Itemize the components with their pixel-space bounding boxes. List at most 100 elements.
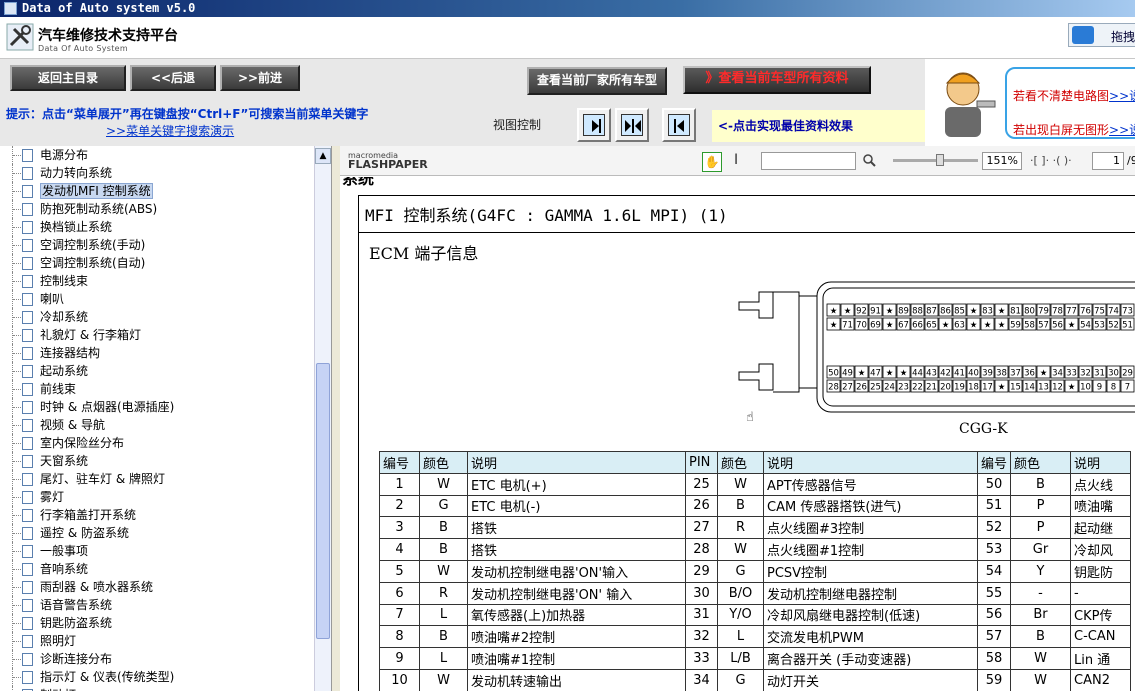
table-cell: 动灯开关 [763, 668, 978, 691]
home-button[interactable]: 返回主目录 [10, 65, 126, 91]
sidebar-tree-item[interactable]: 时钟 & 点烟器(电源插座) [0, 398, 314, 416]
connector-pin-label: 59 [1010, 321, 1021, 331]
connector-pin-label: 36 [1024, 369, 1035, 379]
sidebar-tree-item[interactable]: 尾灯、驻车灯 & 牌照灯 [0, 470, 314, 488]
sidebar-tree-item[interactable]: 诊断连接分布 [0, 650, 314, 668]
connector-pin-label: ★ [998, 383, 1006, 393]
sidebar-tree-item[interactable]: 起动系统 [0, 362, 314, 380]
sidebar-scrollbar[interactable]: ▲ [314, 146, 331, 691]
page-icon [22, 599, 33, 612]
sidebar-item-label: 雾灯 [40, 490, 65, 504]
table-cell: L [419, 603, 468, 627]
sidebar-tree-item[interactable]: 行李箱盖打开系统 [0, 506, 314, 524]
table-cell: CAM 传感器搭铁(进气) [763, 494, 978, 518]
connector-pin-label: 33 [1066, 369, 1077, 379]
table-cell: CKP传 [1070, 603, 1132, 627]
table-cell: B [717, 494, 764, 518]
table-cell: 57 [976, 625, 1012, 649]
search-demo-link[interactable]: >>菜单关键字搜索演示 [106, 122, 234, 139]
sidebar-tree-item[interactable]: 遥控 & 防盗系统 [0, 524, 314, 542]
paw-search-widget[interactable]: 拖拽 [1068, 23, 1135, 47]
notice-blank-link[interactable]: >>说 [1109, 123, 1135, 137]
table-cell: L [419, 647, 468, 670]
table-cell: 52 [976, 516, 1012, 540]
sidebar-tree-item[interactable]: 语音警告系统 [0, 596, 314, 614]
zoom-level[interactable]: 151% [982, 152, 1022, 170]
sidebar-tree-item[interactable]: 喇叭 [0, 290, 314, 308]
sidebar-tree-item[interactable]: 钥匙防盗系统 [0, 614, 314, 632]
view-split-button[interactable] [615, 108, 649, 142]
sidebar-tree-item[interactable]: 一般事项 [0, 542, 314, 560]
sidebar-tree-item[interactable]: 照明灯 [0, 632, 314, 650]
sidebar-tree-item[interactable]: 冷却系统 [0, 308, 314, 326]
sidebar-tree-item[interactable]: 指示灯 & 仪表(传统类型) [0, 668, 314, 686]
connector-pin-label: ★ [970, 321, 978, 331]
sidebar-tree-item[interactable]: 制动灯 [0, 686, 314, 691]
sidebar-tree: 电源分布 动力转向系统 发动机MFI 控制系统 防抱死制动系统(ABS) 换档锁止系统空… [0, 146, 314, 691]
table-cell: Gr [1010, 538, 1072, 561]
table-cell: 26 [685, 494, 718, 518]
fit-page-icon[interactable]: ·[ ]· ·( )· [1030, 154, 1072, 167]
tree-connector [12, 398, 23, 416]
table-cell: 喷油嘴#1控制 [467, 647, 686, 670]
scroll-up-arrow-icon[interactable]: ▲ [315, 148, 331, 164]
sidebar-tree-item[interactable]: 视频 & 导航 [0, 416, 314, 434]
sidebar-tree-item[interactable]: 音响系统 [0, 560, 314, 578]
all-models-button[interactable]: 查看当前厂家所有车型 [527, 67, 667, 95]
table-cell: 9 [379, 647, 420, 670]
table-cell: 25 [685, 472, 718, 496]
sidebar-tree-item[interactable]: 室内保险丝分布 [0, 434, 314, 452]
viewer-search-input[interactable] [761, 152, 856, 170]
notice-unclear-link[interactable]: >>说 [1109, 89, 1135, 103]
connector-pin-label: 67 [898, 321, 909, 331]
page-icon [22, 419, 33, 432]
zoom-slider-knob[interactable] [936, 154, 944, 166]
table-cell: P [1010, 494, 1072, 518]
connector-pin-label: 24 [884, 383, 895, 393]
sidebar-tree-item[interactable]: 防抱死制动系统(ABS) [0, 200, 314, 218]
scroll-thumb[interactable] [316, 363, 330, 639]
sidebar-tree-item[interactable]: 空调控制系统(自动) [0, 254, 314, 272]
notice-box: 若看不清楚电路图>>说 若出现白屏无图形>>说 [1005, 67, 1135, 139]
view-expand-left-button[interactable] [662, 108, 696, 142]
sidebar-tree-item[interactable]: 礼貌灯 & 行李箱灯 [0, 326, 314, 344]
table-cell: 钥匙防 [1070, 559, 1132, 583]
sidebar-tree-item[interactable]: 雾灯 [0, 488, 314, 506]
connector-pin-label: 28 [828, 383, 839, 393]
all-data-button[interactable]: 》查看当前车型所有资料 [683, 66, 871, 94]
connector-pin-label: 41 [954, 369, 965, 379]
sidebar-tree-item[interactable]: 电源分布 [0, 146, 314, 164]
table-header-cell: 编号 [976, 451, 1012, 474]
connector-pin-label: 58 [1024, 321, 1035, 331]
text-select-icon[interactable]: I [734, 152, 738, 168]
sidebar-tree-item[interactable]: 控制线束 [0, 272, 314, 290]
sidebar-item-label: 冷却系统 [40, 310, 89, 324]
sidebar-tree-item[interactable]: 前线束 [0, 380, 314, 398]
sidebar-tree-item[interactable]: 连接器结构 [0, 344, 314, 362]
app-icon [4, 2, 17, 15]
back-button[interactable]: <<后退 [130, 65, 216, 91]
connector-pin-label: 80 [1024, 307, 1035, 317]
tree-connector [12, 632, 23, 650]
table-cell: L/B [717, 647, 764, 670]
sidebar-item-label: 尾灯、驻车灯 & 牌照灯 [40, 472, 165, 486]
sidebar-tree-item[interactable]: 空调控制系统(手动) [0, 236, 314, 254]
document-canvas[interactable]: 系统 MFI 控制系统(G4FC : GAMMA 1.6L MPI) (1) E… [340, 177, 1135, 691]
page-number-input[interactable]: 1 [1092, 152, 1124, 170]
sidebar-tree-item[interactable]: 动力转向系统 [0, 164, 314, 182]
best-effect-hint: <-点击实现最佳资料效果 [712, 110, 925, 142]
view-expand-right-button[interactable] [577, 108, 611, 142]
search-icon[interactable] [862, 153, 876, 167]
connector-pin-label: ★ [900, 369, 908, 379]
sidebar-tree-item[interactable]: 发动机MFI 控制系统 [0, 182, 314, 200]
sidebar-tree-item[interactable]: 换档锁止系统 [0, 218, 314, 236]
sidebar-tree-item[interactable]: 雨刮器 & 喷水器系统 [0, 578, 314, 596]
page-icon [22, 239, 33, 252]
table-cell: ETC 电机(-) [467, 494, 686, 518]
page-icon [22, 545, 33, 558]
tree-connector [12, 578, 23, 596]
sidebar-tree-item[interactable]: 天窗系统 [0, 452, 314, 470]
forward-button[interactable]: >>前进 [220, 65, 300, 91]
connector-pin-label: 73 [1122, 307, 1133, 317]
hand-tool-icon[interactable]: ✋ [702, 152, 722, 172]
